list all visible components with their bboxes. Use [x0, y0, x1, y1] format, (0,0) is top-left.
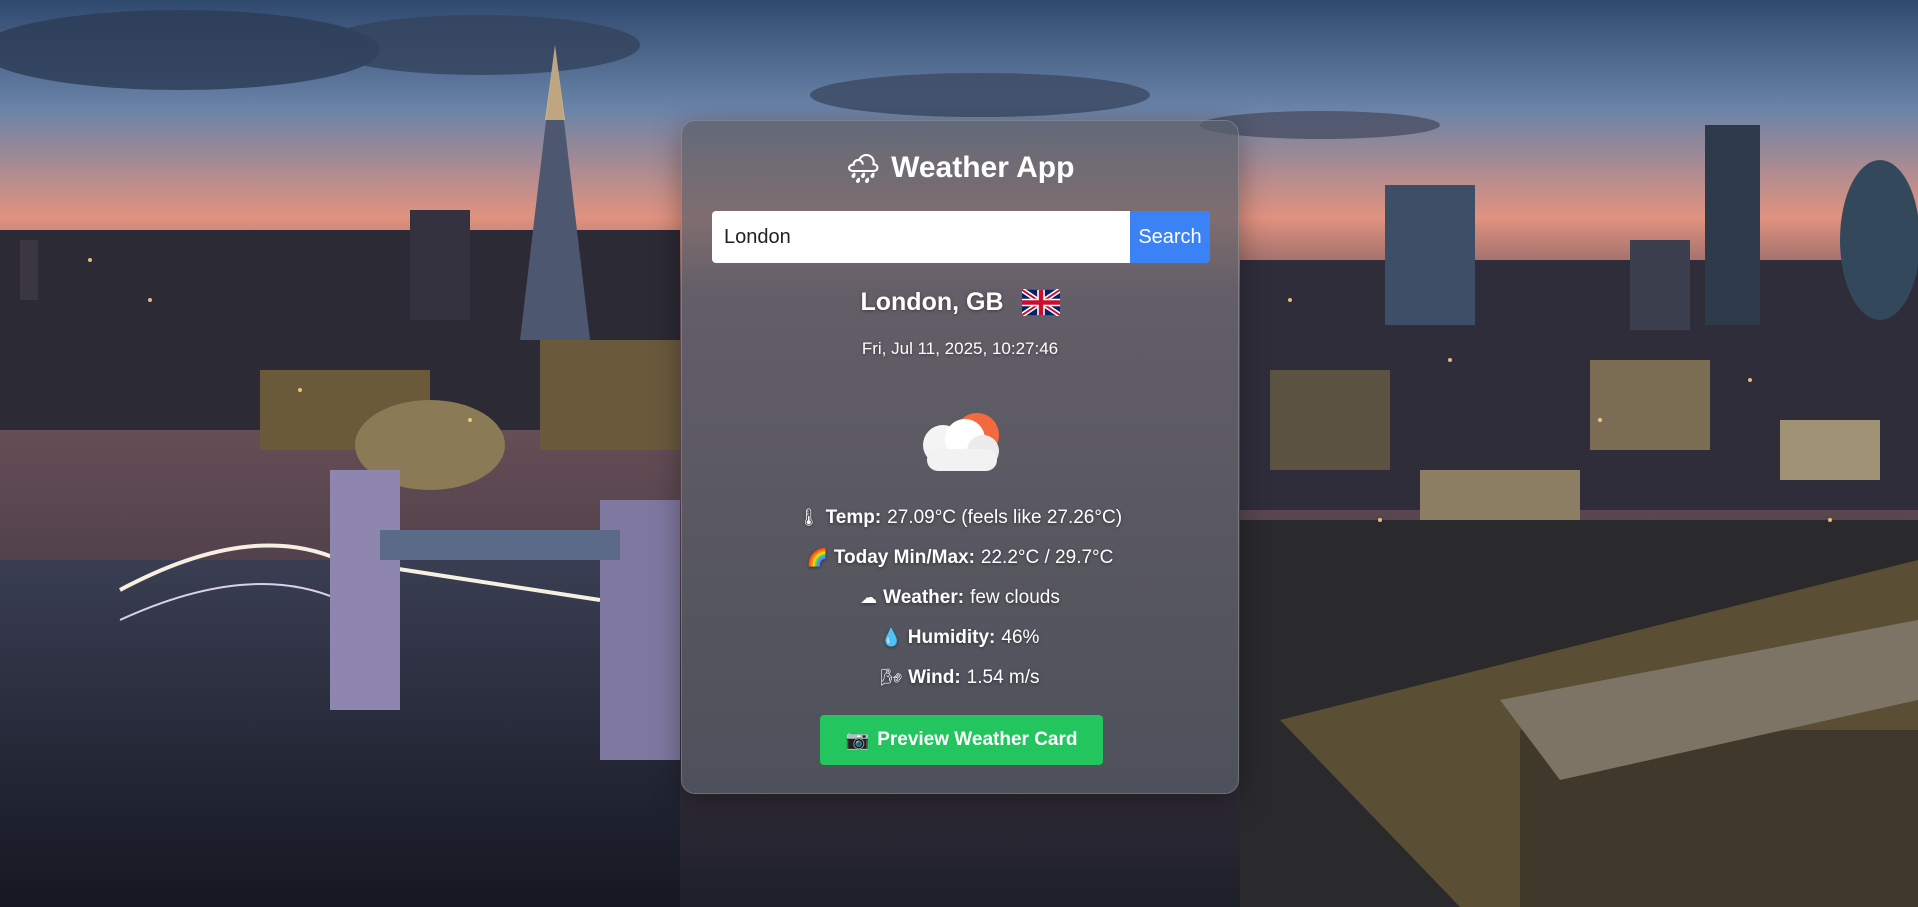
app-title: 🌧 Weather App — [682, 151, 1238, 185]
min-max-value: 22.2°C / 29.7°C — [980, 547, 1114, 568]
min-max-row: 🌈 Today Min/Max: 22.2°C / 29.7°C — [682, 547, 1238, 569]
preview-button-label: Preview Weather Card — [877, 729, 1078, 750]
humidity-label: Humidity: — [907, 627, 996, 648]
rainbow-icon: 🌈 — [806, 548, 828, 567]
humidity-row: 💧 Humidity: 46% — [682, 627, 1238, 649]
weather-row: ☁ Weather: few clouds — [682, 587, 1238, 609]
cloud-icon: ☁ — [860, 588, 878, 607]
temperature-row: 🌡 Temp: 27.09°C (feels like 27.26°C) — [682, 507, 1238, 529]
gb-flag-icon — [1021, 289, 1060, 316]
city-search-input[interactable] — [712, 211, 1130, 263]
camera-icon: 📷 — [845, 730, 870, 751]
humidity-value: 46% — [1001, 627, 1040, 648]
temperature-value: 27.09°C (feels like 27.26°C) — [887, 507, 1123, 528]
few-clouds-icon — [923, 413, 999, 471]
wind-row: 🌬 Wind: 1.54 m/s — [682, 667, 1238, 689]
min-max-label: Today Min/Max: — [833, 547, 975, 568]
location-heading: London, GB — [682, 288, 1238, 317]
search-bar: Search — [712, 211, 1240, 263]
local-datetime: Fri, Jul 11, 2025, 10:27:46 — [861, 339, 1059, 358]
temperature-label: Temp: — [825, 507, 882, 528]
preview-weather-card-button[interactable]: 📷 Preview Weather Card — [820, 715, 1103, 765]
search-button[interactable]: Search — [1130, 211, 1210, 263]
cloud-rain-icon: 🌧 — [845, 152, 882, 184]
wind-value: 1.54 m/s — [966, 667, 1040, 688]
app-title-text: Weather App — [891, 151, 1075, 184]
city-name: London, GB — [860, 288, 1004, 316]
droplet-icon: 💧 — [880, 628, 902, 647]
weather-value: few clouds — [970, 587, 1060, 608]
weather-card: 🌧 Weather App Search London, GB Fri, Jul… — [681, 120, 1239, 794]
weather-label: Weather: — [883, 587, 965, 608]
wind-icon: 🌬 — [880, 668, 903, 687]
thermometer-icon: 🌡 — [797, 508, 820, 527]
wind-label: Wind: — [908, 667, 961, 688]
